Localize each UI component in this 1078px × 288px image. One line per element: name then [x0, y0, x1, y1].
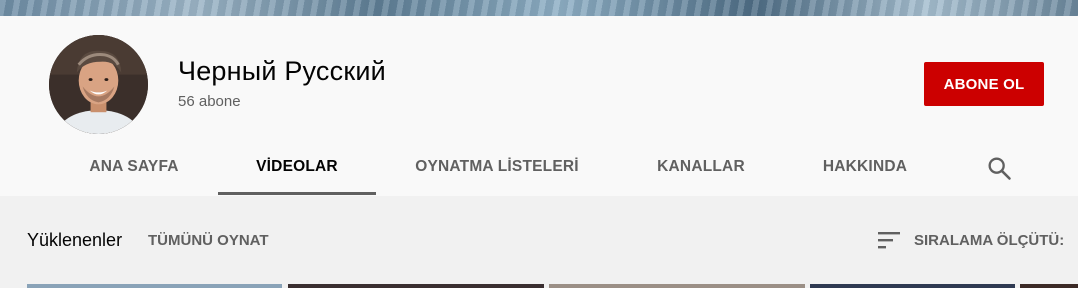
tab-channels[interactable]: KANALLAR — [650, 146, 752, 194]
video-thumbnail[interactable] — [27, 284, 282, 288]
subscriber-count: 56 abone — [178, 93, 241, 110]
tab-home[interactable]: ANA SAYFA — [84, 146, 184, 194]
uploads-section: Yüklenenler TÜMÜNÜ OYNAT SIRALAMA ÖLÇÜTÜ… — [0, 196, 1078, 288]
tab-videos[interactable]: VİDEOLAR — [218, 146, 376, 194]
video-thumbnail[interactable] — [549, 284, 805, 288]
tab-about[interactable]: HAKKINDA — [816, 146, 914, 194]
channel-header: Черный Русский 56 abone ABONE OL ANA SAY… — [0, 16, 1078, 196]
search-icon[interactable] — [985, 154, 1013, 182]
video-thumbnail-row — [0, 284, 1078, 288]
sort-icon[interactable] — [876, 229, 902, 251]
channel-name: Черный Русский — [178, 56, 386, 86]
channel-banner — [0, 0, 1078, 16]
video-thumbnail[interactable] — [810, 284, 1015, 288]
avatar-image — [49, 35, 148, 134]
channel-avatar[interactable] — [49, 35, 148, 134]
video-thumbnail[interactable] — [1020, 284, 1078, 288]
play-all-button[interactable]: TÜMÜNÜ OYNAT — [148, 232, 269, 249]
sort-by-button[interactable]: SIRALAMA ÖLÇÜTÜ: — [914, 232, 1064, 249]
active-tab-indicator — [218, 192, 376, 195]
video-thumbnail[interactable] — [288, 284, 544, 288]
subscribe-button[interactable]: ABONE OL — [924, 62, 1044, 106]
channel-tabs: ANA SAYFA VİDEOLAR OYNATMA LİSTELERİ KAN… — [0, 146, 1078, 196]
section-title: Yüklenenler — [27, 230, 123, 250]
tab-playlists[interactable]: OYNATMA LİSTELERİ — [408, 146, 586, 194]
